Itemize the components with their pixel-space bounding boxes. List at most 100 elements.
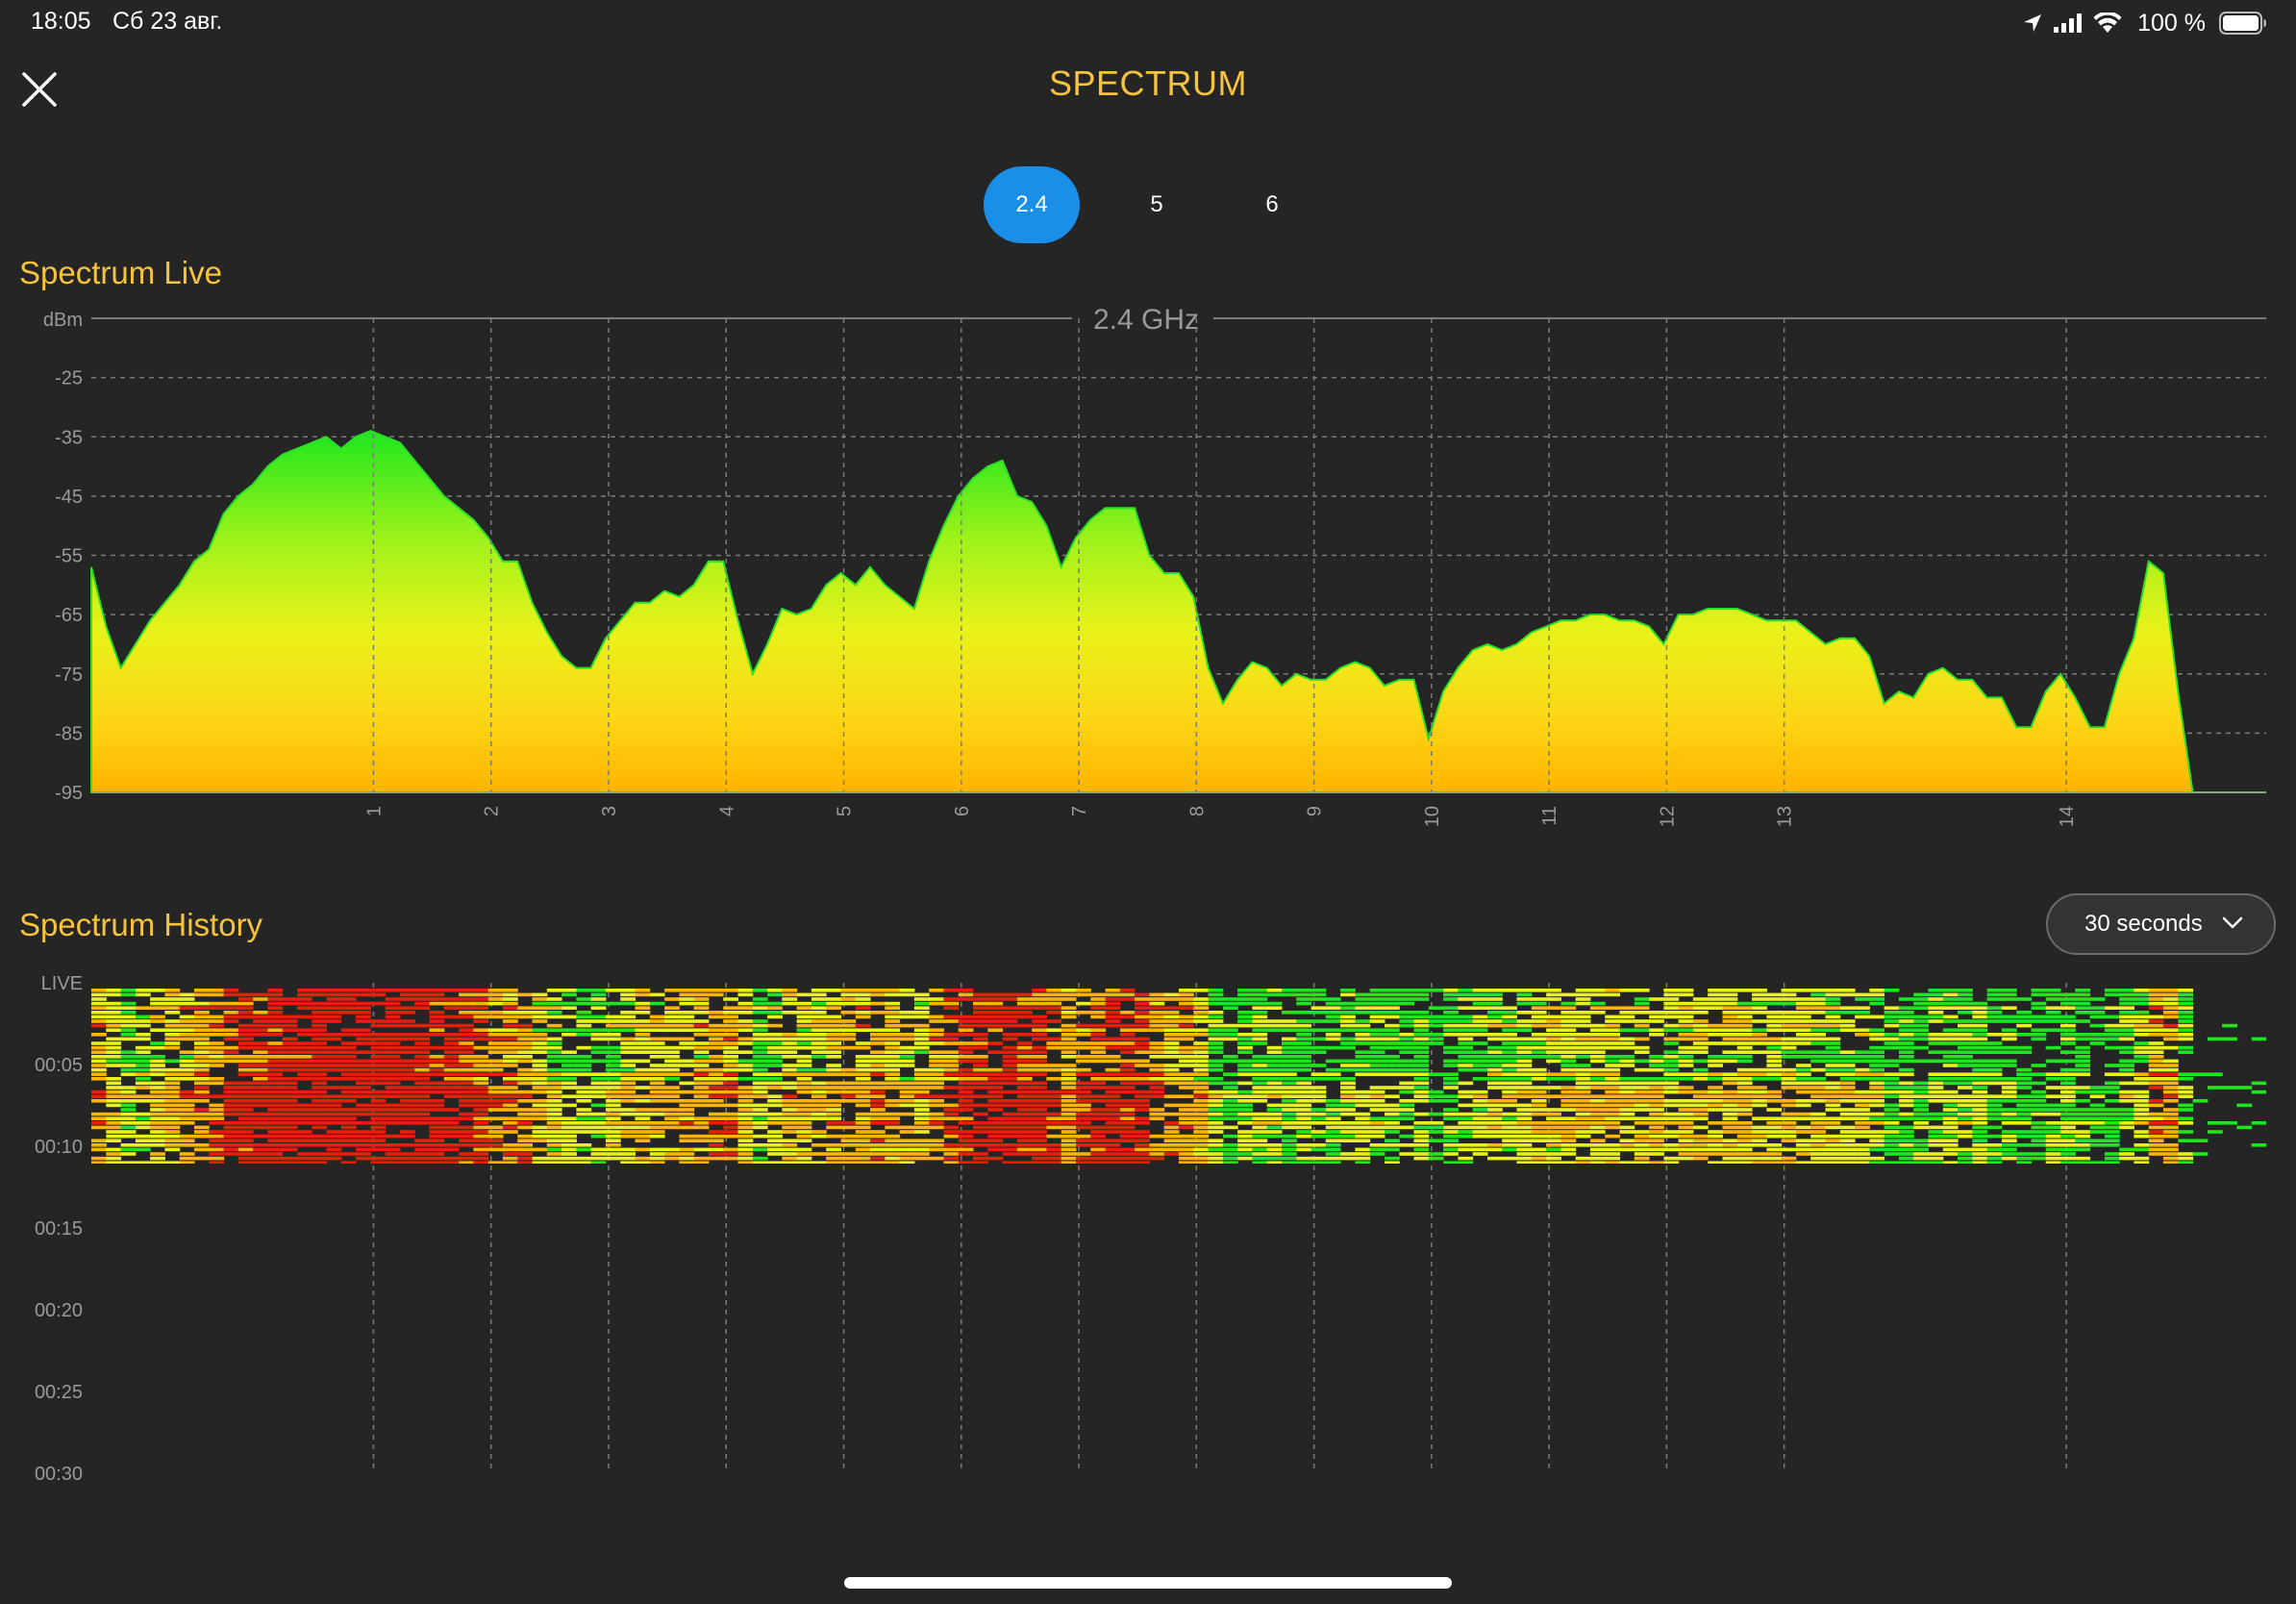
history-heat-cell (1942, 1103, 1959, 1108)
history-heat-cell (1722, 1090, 1738, 1094)
history-heat-cell (400, 1023, 415, 1028)
history-heat-cell (517, 1081, 533, 1086)
history-heat-cell (1913, 1045, 1929, 1050)
history-heat-cell (1487, 1086, 1503, 1090)
history-heat-cell (826, 1067, 841, 1072)
history-heat-cell (913, 1121, 930, 1125)
history-heat-cell (2016, 1165, 2032, 1169)
history-heat-cell (2075, 1045, 2091, 1050)
history-heat-cell (1443, 1086, 1459, 1090)
history-heat-cell (1736, 1050, 1753, 1054)
history-heat-cell (209, 1143, 225, 1147)
history-heat-cell (1708, 1139, 1723, 1142)
history-heat-cell (1032, 1033, 1047, 1037)
history-heat-cell (1708, 1143, 1723, 1147)
history-heat-cell (1766, 1064, 1783, 1067)
history-heat-cell (1898, 1139, 1914, 1142)
history-heat-cell (1355, 1072, 1371, 1076)
history-heat-cell (1531, 1121, 1547, 1125)
history-heat-cell (1958, 1161, 1973, 1164)
history-heat-cell (1369, 1019, 1385, 1023)
history-heat-cell (737, 1086, 754, 1090)
history-heat-cell (576, 1147, 592, 1152)
history-heat-cell (340, 1041, 357, 1045)
history-heat-cell (414, 1147, 430, 1152)
history-heat-cell (326, 1011, 342, 1015)
history-heat-cell (2001, 1116, 2017, 1120)
history-heat-cell (2001, 1139, 2017, 1142)
history-heat-cell (782, 1037, 798, 1041)
history-heat-cell (164, 1067, 181, 1072)
history-heat-cell (546, 1041, 562, 1045)
history-heat-cell (1340, 1045, 1356, 1050)
history-heat-cell (1855, 1112, 1870, 1116)
history-heat-cell (913, 1130, 930, 1134)
history-heat-cell (782, 1081, 798, 1086)
history-heat-cell (1487, 1103, 1503, 1108)
history-heat-cell (1766, 1165, 1782, 1169)
history-heat-cell (620, 1165, 636, 1169)
history-heat-cell (194, 1077, 210, 1081)
history-heat-cell (1605, 1161, 1620, 1164)
history-heat-cell (2045, 1045, 2061, 1050)
history-heat-cell (1413, 1156, 1430, 1161)
history-heat-cell (1825, 1161, 1841, 1164)
history-heat-cell (590, 1081, 607, 1086)
history-heat-cell (356, 1103, 371, 1108)
history-heat-cell (473, 989, 489, 992)
history-heat-cell (1266, 1121, 1283, 1125)
history-heat-cell (1649, 1064, 1664, 1067)
history-heat-cell (194, 1094, 210, 1098)
history-heat-cell (1296, 1094, 1312, 1098)
history-heat-cell (473, 1156, 489, 1161)
history-heat-cell (1708, 1055, 1723, 1059)
history-heat-cell (1252, 1006, 1268, 1010)
history-heat-cell (1605, 1023, 1620, 1028)
history-heat-cell (973, 1037, 988, 1041)
history-heat-cell (1369, 1086, 1385, 1090)
history-heat-cell (1325, 1139, 1341, 1142)
live-x-tick-label: 9 (1305, 806, 1326, 816)
history-heat-cell (1692, 1134, 1709, 1139)
history-heat-cell (973, 1121, 988, 1125)
history-heat-cell (1736, 1143, 1753, 1147)
history-heat-cell (312, 1064, 328, 1067)
history-heat-cell (2163, 1086, 2179, 1090)
history-heat-cell (267, 1130, 284, 1134)
history-heat-cell (1399, 1041, 1415, 1045)
history-heat-cell (840, 1011, 857, 1015)
history-heat-cell (1090, 1081, 1107, 1086)
history-heat-cell (267, 992, 284, 997)
history-heat-cell (135, 1147, 151, 1152)
history-heat-cell (532, 1116, 548, 1120)
history-heat-cell (1986, 1116, 2003, 1120)
history-heat-cell (429, 1015, 445, 1019)
history-heat-cell (1722, 1161, 1738, 1164)
history-heat-cell (517, 1125, 533, 1130)
history-heat-cell (767, 1081, 783, 1086)
history-heat-cell (1369, 1015, 1385, 1019)
history-heat-cell (1076, 1011, 1091, 1015)
history-heat-cell (2075, 1037, 2091, 1041)
history-heat-cell (1810, 1037, 1826, 1041)
history-heat-cell (473, 1086, 489, 1090)
history-heat-cell (326, 1103, 342, 1108)
history-heat-cell (958, 1019, 974, 1023)
history-heat-cell (1781, 1139, 1797, 1142)
history-heat-cell (2045, 1103, 2061, 1108)
history-heat-cell (943, 1103, 960, 1108)
history-heat-cell (973, 1165, 988, 1169)
history-heat-cell (473, 1033, 489, 1037)
home-indicator[interactable] (844, 1577, 1452, 1589)
history-heat-cell (1898, 1156, 1914, 1161)
history-heat-cell (1135, 1090, 1150, 1094)
history-heat-cell (796, 1099, 812, 1103)
history-heat-cell (708, 1015, 724, 1019)
history-heat-cell (693, 1041, 710, 1045)
history-heat-cell (459, 1152, 474, 1156)
history-heat-cell (459, 1099, 474, 1103)
history-heat-cell (1855, 1147, 1870, 1152)
history-heat-cell (164, 1033, 181, 1037)
history-heat-cell (1972, 1086, 1988, 1090)
history-heat-cell (1149, 1094, 1165, 1098)
